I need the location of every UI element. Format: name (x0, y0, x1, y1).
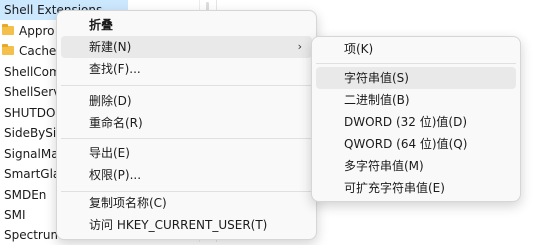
menu-item-new[interactable]: 新建(N) › (61, 36, 312, 58)
menu-separator (61, 138, 312, 139)
menu-item-label: 删除(D) (89, 94, 132, 108)
tree-item-smden[interactable]: SMDEn (0, 185, 60, 205)
menu-item-delete[interactable]: 删除(D) (61, 90, 312, 112)
menu-item-label: 导出(E) (89, 146, 130, 160)
chevron-right-icon: › (297, 40, 302, 53)
tree-item-smi[interactable]: SMI (0, 205, 60, 225)
submenu-item-binary-value[interactable]: 二进制值(B) (316, 89, 516, 111)
tree-item-spectrum[interactable]: Spectrum (0, 225, 63, 245)
menu-item-label: 项(K) (344, 42, 374, 56)
folder-icon (2, 24, 14, 35)
menu-item-label: 权限(P)... (89, 168, 142, 182)
menu-item-label: 重命名(R) (89, 116, 143, 130)
menu-item-collapse[interactable]: 折叠 (61, 14, 312, 36)
tree-item-label: Cache (19, 44, 57, 58)
menu-item-label: 新建(N) (89, 40, 132, 54)
folder-icon (2, 44, 14, 55)
tree-item-label: SignalMa (4, 147, 59, 161)
menu-item-copy-key-name[interactable]: 复制项名称(C) (61, 192, 312, 214)
submenu-item-expandable-string-value[interactable]: 可扩充字符串值(E) (316, 177, 516, 199)
menu-item-rename[interactable]: 重命名(R) (61, 112, 312, 134)
submenu-item-key[interactable]: 项(K) (316, 38, 516, 60)
tree-item-label: SideBySi (4, 126, 57, 140)
menu-item-visit-hkcu[interactable]: 访问 HKEY_CURRENT_USER(T) (61, 214, 312, 236)
tree-item-shellcom[interactable]: ShellCom (0, 62, 61, 82)
menu-item-label: QWORD (64 位)值(Q) (344, 137, 468, 151)
menu-item-label: 复制项名称(C) (89, 196, 167, 210)
menu-item-find[interactable]: 查找(F)... (61, 58, 312, 80)
menu-item-export[interactable]: 导出(E) (61, 142, 312, 164)
menu-item-label: 二进制值(B) (344, 93, 410, 107)
menu-item-label: 字符串值(S) (344, 71, 409, 85)
menu-item-label: 访问 HKEY_CURRENT_USER(T) (89, 218, 268, 232)
menu-item-label: 查找(F)... (89, 62, 141, 76)
tree-item-appro[interactable]: Appro (0, 21, 60, 41)
context-menu: 折叠 新建(N) › 查找(F)... 删除(D) 重命名(R) 导出(E) 权… (56, 10, 317, 240)
menu-item-label: 可扩充字符串值(E) (344, 181, 445, 195)
tree-item-label: Appro (19, 24, 55, 38)
submenu-item-dword-value[interactable]: DWORD (32 位)值(D) (316, 111, 516, 133)
tree-item-label: ShellServ (4, 85, 61, 99)
new-submenu: 项(K) 字符串值(S) 二进制值(B) DWORD (32 位)值(D) QW… (311, 36, 521, 202)
tree-item-label: ShellCom (4, 65, 61, 79)
tree-item-label: Spectrum (4, 228, 63, 242)
menu-item-permissions[interactable]: 权限(P)... (61, 164, 312, 186)
tree-item-shellserv[interactable]: ShellServ (0, 82, 60, 102)
menu-item-label: DWORD (32 位)值(D) (344, 115, 467, 129)
tree-item-signalma[interactable]: SignalMa (0, 144, 60, 164)
submenu-item-multi-string-value[interactable]: 多字符串值(M) (316, 155, 516, 177)
menu-separator (316, 63, 516, 64)
menu-separator (61, 85, 312, 86)
tree-item-cache[interactable]: Cache (0, 41, 60, 61)
tree-item-label: SMDEn (4, 188, 47, 202)
tree-item-smartgla[interactable]: SmartGla (0, 164, 60, 184)
tree-item-label: SHUTDO (4, 106, 56, 120)
submenu-item-qword-value[interactable]: QWORD (64 位)值(Q) (316, 133, 516, 155)
menu-item-label: 折叠 (89, 18, 114, 32)
submenu-item-string-value[interactable]: 字符串值(S) (316, 67, 516, 89)
menu-item-label: 多字符串值(M) (344, 159, 424, 173)
tree-item-label: SMI (4, 208, 26, 222)
tree-item-shutdo[interactable]: SHUTDO (0, 103, 60, 123)
tree-item-sidebysi[interactable]: SideBySi (0, 123, 60, 143)
tree-item-label: SmartGla (4, 167, 61, 181)
